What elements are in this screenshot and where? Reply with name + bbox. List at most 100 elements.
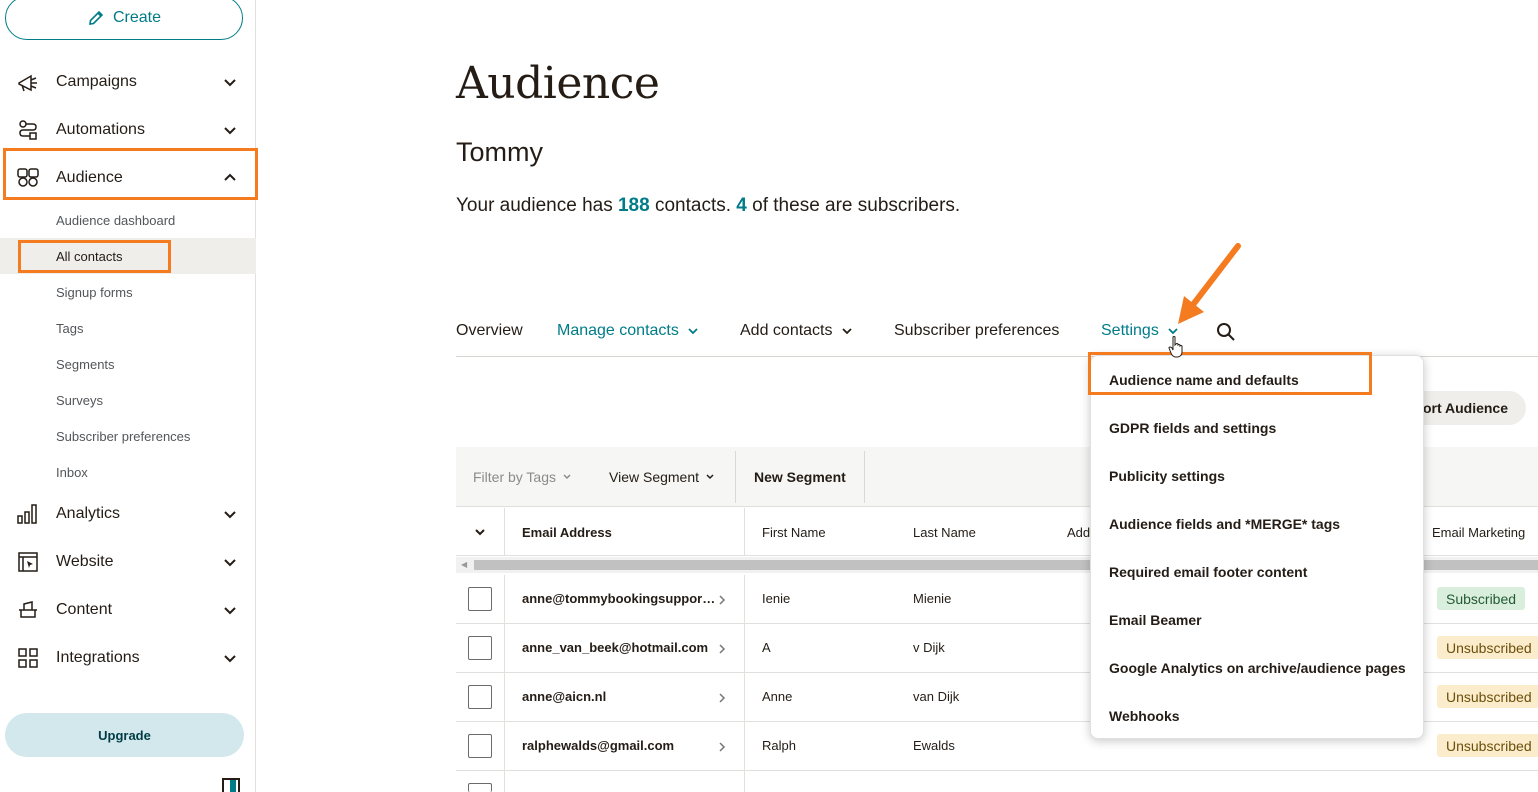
sub-label: Segments: [56, 356, 115, 372]
audience-icon: [16, 166, 40, 190]
column-divider: [504, 673, 505, 722]
nav-label: Website: [56, 553, 114, 570]
chevron-right-icon[interactable]: [717, 644, 727, 654]
filter-tags-label: Filter by Tags: [473, 469, 556, 485]
row-checkbox[interactable]: [468, 783, 492, 792]
tab-add-contacts[interactable]: Add contacts: [740, 322, 853, 340]
menu-item-publicity[interactable]: Publicity settings: [1109, 468, 1225, 484]
column-email-marketing[interactable]: Email Marketing: [1432, 525, 1525, 540]
contact-first-name: Ralph: [762, 738, 796, 753]
website-icon: [16, 550, 40, 574]
contact-email[interactable]: ralphewalds@gmail.com: [522, 738, 718, 753]
summary-suffix: of these are subscribers.: [746, 195, 961, 216]
chevron-down-icon: [224, 127, 236, 135]
nav-label: Campaigns: [56, 73, 137, 90]
column-divider: [504, 508, 505, 556]
menu-item-footer[interactable]: Required email footer content: [1109, 564, 1307, 580]
column-address[interactable]: Add: [1067, 525, 1090, 540]
nav-automations[interactable]: Automations: [0, 108, 256, 152]
column-first-name[interactable]: First Name: [762, 525, 826, 540]
sub-segments[interactable]: Segments: [0, 346, 256, 382]
menu-item-email-beamer[interactable]: Email Beamer: [1109, 612, 1202, 628]
menu-item-google-analytics[interactable]: Google Analytics on archive/audience pag…: [1109, 660, 1406, 676]
sub-inbox[interactable]: Inbox: [0, 454, 256, 490]
nav-label: Automations: [56, 121, 145, 138]
bar-chart-icon: [16, 502, 40, 526]
chevron-down-icon: [224, 79, 236, 87]
contact-email[interactable]: anne_van_beek@hotmail.com: [522, 640, 718, 655]
content-icon: [16, 598, 40, 622]
nav-label: Content: [56, 601, 113, 618]
grid-icon: [16, 646, 40, 670]
chevron-right-icon[interactable]: [717, 742, 727, 752]
status-badge: Subscribed: [1437, 587, 1526, 610]
column-divider: [744, 673, 745, 722]
nav-label: Analytics: [56, 505, 121, 522]
column-divider: [744, 722, 745, 771]
status-badge: Unsubscribed: [1437, 685, 1538, 708]
chevron-down-icon: [224, 559, 236, 567]
chevron-down-icon: [224, 607, 236, 615]
sub-label: Surveys: [56, 392, 103, 408]
nav-content[interactable]: Content: [0, 588, 256, 632]
upgrade-button[interactable]: Upgrade: [5, 713, 244, 757]
sub-signup-forms[interactable]: Signup forms: [0, 274, 256, 310]
tab-label: Add contacts: [740, 322, 833, 339]
nav-campaigns[interactable]: Campaigns: [0, 60, 256, 104]
create-button[interactable]: Create: [5, 0, 243, 40]
menu-item-merge-tags[interactable]: Audience fields and *MERGE* tags: [1109, 516, 1340, 532]
row-checkbox[interactable]: [468, 734, 492, 758]
megaphone-icon: [16, 70, 40, 94]
view-segment-dropdown[interactable]: View Segment: [609, 469, 715, 485]
filter-by-tags[interactable]: Filter by Tags: [473, 469, 572, 485]
contact-email[interactable]: anne@aicn.nl: [522, 689, 718, 704]
audience-tabs: Overview Manage contacts Add contacts Su…: [456, 318, 1538, 348]
audience-summary: Your audience has 188 contacts. 4 of the…: [456, 195, 960, 217]
tab-manage-contacts[interactable]: Manage contacts: [557, 322, 699, 340]
nav-website[interactable]: Website: [0, 540, 256, 584]
scroll-left-icon[interactable]: ◀: [461, 560, 467, 569]
subscribers-count[interactable]: 4: [736, 195, 747, 216]
nav-integrations[interactable]: Integrations: [0, 636, 256, 680]
menu-item-gdpr[interactable]: GDPR fields and settings: [1109, 420, 1276, 436]
contacts-count[interactable]: 188: [618, 195, 650, 216]
contact-first-name: A: [762, 640, 771, 655]
view-segment-label: View Segment: [609, 469, 700, 485]
audience-name: Tommy: [456, 137, 543, 167]
row-checkbox[interactable]: [468, 587, 492, 611]
tab-overview[interactable]: Overview: [456, 322, 523, 340]
nav-analytics[interactable]: Analytics: [0, 492, 256, 536]
sub-label: Signup forms: [56, 284, 133, 300]
chevron-down-icon: [224, 511, 236, 519]
select-all-chevron-icon[interactable]: [474, 526, 486, 538]
column-divider: [744, 624, 745, 673]
menu-item-webhooks[interactable]: Webhooks: [1109, 708, 1180, 724]
chevron-down-icon: [706, 474, 714, 480]
tab-label: Manage contacts: [557, 322, 679, 339]
tab-subscriber-preferences[interactable]: Subscriber preferences: [894, 322, 1059, 340]
chevron-right-icon[interactable]: [717, 595, 727, 605]
sub-subscriber-preferences[interactable]: Subscriber preferences: [0, 418, 256, 454]
contact-email[interactable]: anne@tommybookingsupport.com: [522, 591, 718, 606]
table-row[interactable]: [456, 771, 1538, 792]
new-segment-button[interactable]: New Segment: [754, 469, 846, 485]
column-last-name[interactable]: Last Name: [913, 525, 976, 540]
chevron-down-icon: [224, 655, 236, 663]
page-title: Audience: [456, 58, 660, 109]
column-email[interactable]: Email Address: [522, 525, 612, 540]
pencil-icon: [89, 10, 104, 25]
search-icon[interactable]: [1216, 322, 1236, 342]
row-checkbox[interactable]: [468, 685, 492, 709]
nav-audience[interactable]: Audience: [0, 156, 256, 200]
collapse-sidebar-icon[interactable]: [222, 778, 240, 792]
chevron-right-icon[interactable]: [717, 693, 727, 703]
sub-surveys[interactable]: Surveys: [0, 382, 256, 418]
menu-item-audience-name-defaults[interactable]: Audience name and defaults: [1109, 372, 1299, 388]
column-divider: [504, 575, 505, 624]
sub-all-contacts[interactable]: All contacts: [0, 238, 256, 274]
sub-label: All contacts: [56, 248, 123, 264]
sub-tags[interactable]: Tags: [0, 310, 256, 346]
row-checkbox[interactable]: [468, 636, 492, 660]
sub-audience-dashboard[interactable]: Audience dashboard: [0, 202, 256, 238]
create-label: Create: [112, 9, 162, 26]
